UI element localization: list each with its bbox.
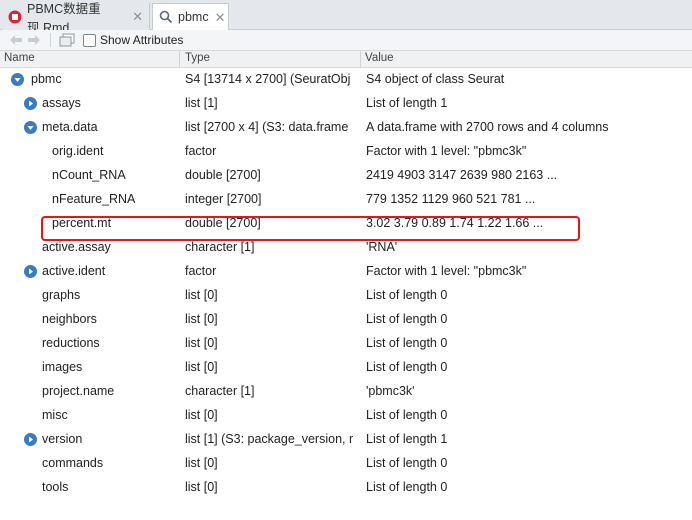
- tree-row[interactable]: tools list [0] List of length 0: [0, 476, 692, 500]
- expand-right-icon[interactable]: [24, 265, 37, 278]
- row-type: character [1]: [185, 240, 255, 254]
- row-value: 3.02 3.79 0.89 1.74 1.22 1.66 ...: [366, 216, 544, 230]
- tab-label: pbmc: [178, 10, 209, 24]
- row-value: List of length 0: [366, 312, 448, 326]
- row-value: A data.frame with 2700 rows and 4 column…: [366, 120, 609, 134]
- close-icon[interactable]: ✕: [215, 11, 226, 24]
- expand-down-icon[interactable]: [24, 121, 37, 134]
- show-attributes-label: Show Attributes: [100, 33, 184, 47]
- row-value: S4 object of class Seurat: [366, 72, 505, 86]
- row-value: List of length 0: [366, 360, 448, 374]
- row-value: 779 1352 1129 960 521 781 ...: [366, 192, 536, 206]
- row-type: list [0]: [185, 456, 218, 470]
- column-divider[interactable]: [360, 51, 361, 68]
- row-type: list [0]: [185, 480, 218, 494]
- toolbar: Show Attributes: [0, 30, 692, 51]
- tree-row[interactable]: graphs list [0] List of length 0: [0, 284, 692, 308]
- search-icon: [159, 10, 173, 24]
- tree-row[interactable]: reductions list [0] List of length 0: [0, 332, 692, 356]
- row-type: factor: [185, 264, 217, 278]
- row-type: list [0]: [185, 288, 218, 302]
- row-type: list [0]: [185, 336, 218, 350]
- row-type: double [2700]: [185, 216, 261, 230]
- column-header: Name Type Value: [0, 51, 692, 68]
- row-value: List of length 0: [366, 336, 448, 350]
- tree-row[interactable]: images list [0] List of length 0: [0, 356, 692, 380]
- row-value: Factor with 1 level: "pbmc3k": [366, 144, 527, 158]
- show-in-new-window-icon[interactable]: [59, 32, 75, 48]
- r-markdown-icon: [8, 10, 22, 24]
- row-value: List of length 1: [366, 96, 448, 110]
- row-type: integer [2700]: [185, 192, 262, 206]
- tree-row[interactable]: version list [1] (S3: package_version, rL…: [0, 428, 692, 452]
- column-divider[interactable]: [179, 51, 180, 68]
- expand-right-icon[interactable]: [24, 97, 37, 110]
- back-arrow-icon[interactable]: [8, 32, 24, 48]
- tree-row[interactable]: active.assay character [1] 'RNA': [0, 236, 692, 260]
- row-type: list [1]: [185, 96, 218, 110]
- row-value: List of length 0: [366, 288, 448, 302]
- tree-row[interactable]: project.name character [1]'pbmc3k': [0, 380, 692, 404]
- row-type: S4 [13714 x 2700] (SeuratObj: [185, 72, 351, 86]
- row-value: 2419 4903 3147 2639 980 2163 ...: [366, 168, 558, 182]
- row-type: character [1]: [185, 384, 255, 398]
- tree-row[interactable]: assays list [1] List of length 1: [0, 92, 692, 116]
- tree-row[interactable]: active.ident factor Factor with 1 level: "…: [0, 260, 692, 284]
- tree-row[interactable]: pbmc S4 [13714 x 2700] (SeuratObj S4 objec…: [0, 68, 692, 92]
- row-value: Factor with 1 level: "pbmc3k": [366, 264, 527, 278]
- row-type: list [1] (S3: package_version, r: [185, 432, 354, 446]
- row-type: list [2700 x 4] (S3: data.frame: [185, 120, 349, 134]
- tree-row[interactable]: nFeature_RNA integer [2700] 779 1352 1129 …: [0, 188, 692, 212]
- tree-row[interactable]: percent.mt double [2700] 3.02 3.79 0.89 1.…: [0, 212, 692, 236]
- row-type: list [0]: [185, 360, 218, 374]
- row-type: list [0]: [185, 312, 218, 326]
- tree-row[interactable]: orig.ident factor Factor with 1 level: "pb…: [0, 140, 692, 164]
- tree-row[interactable]: commands list [0] List of length 0: [0, 452, 692, 476]
- row-value: List of length 1: [366, 432, 448, 446]
- row-value: List of length 0: [366, 456, 448, 470]
- row-value: List of length 0: [366, 480, 448, 494]
- expand-down-icon[interactable]: [11, 73, 24, 86]
- close-icon[interactable]: ✕: [132, 10, 143, 23]
- tree-row[interactable]: nCount_RNA double [2700] 2419 4903 3147 26…: [0, 164, 692, 188]
- tab-pbmc[interactable]: pbmc ✕: [152, 3, 229, 31]
- row-type: double [2700]: [185, 168, 261, 182]
- row-name: pbmc: [31, 72, 62, 86]
- tree-row[interactable]: neighbors list [0] List of length 0: [0, 308, 692, 332]
- tab-bar: PBMC数据重现.Rmd ✕ pbmc ✕: [0, 0, 692, 35]
- tab-rmd-file[interactable]: PBMC数据重现.Rmd ✕: [2, 2, 150, 35]
- column-name-header[interactable]: Name: [4, 52, 35, 64]
- toolbar-divider: [50, 33, 51, 47]
- row-type: list [0]: [185, 408, 218, 422]
- row-value: List of length 0: [366, 408, 448, 422]
- row-value: 'RNA': [366, 240, 398, 254]
- show-attributes-checkbox[interactable]: [83, 33, 96, 47]
- tree-row[interactable]: meta.data list [2700 x 4] (S3: data.frame…: [0, 116, 692, 140]
- forward-arrow-icon[interactable]: [26, 32, 42, 48]
- column-value-header[interactable]: Value: [365, 52, 394, 64]
- row-value: 'pbmc3k': [366, 384, 415, 398]
- expand-right-icon[interactable]: [24, 433, 37, 446]
- tree-row[interactable]: misc list [0] List of length 0: [0, 404, 692, 428]
- row-type: factor: [185, 144, 217, 158]
- column-type-header[interactable]: Type: [185, 52, 210, 64]
